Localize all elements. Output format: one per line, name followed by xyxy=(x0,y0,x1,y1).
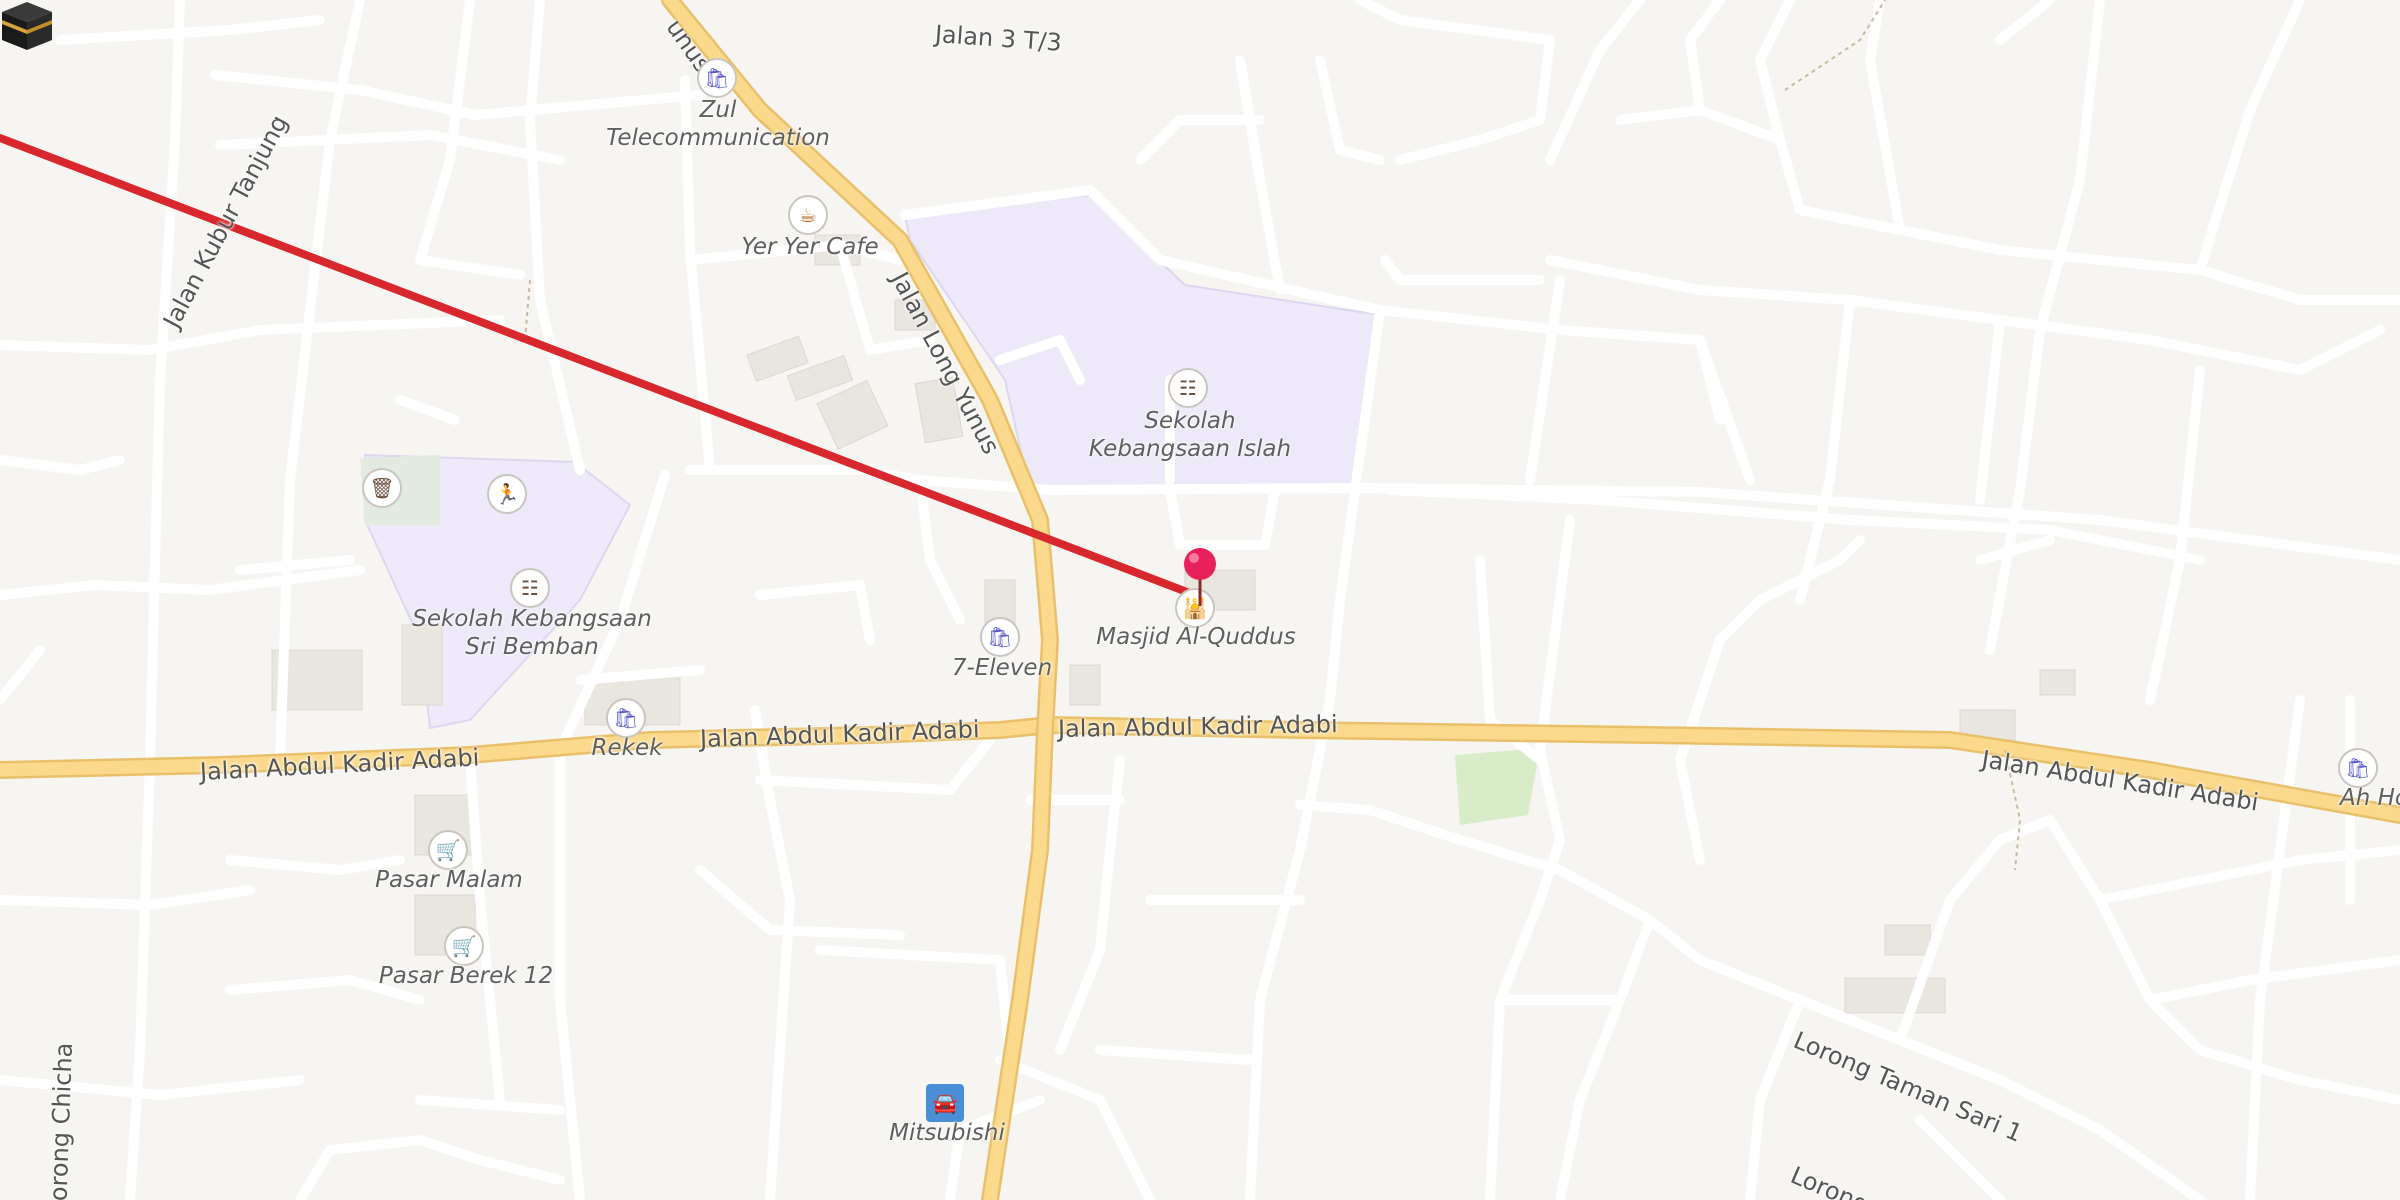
map-canvas[interactable]: Jalan 3 T/3 unus Jalan Long Yunus Jalan … xyxy=(0,0,2400,1200)
poi-label-yer-yer-cafe[interactable]: Yer Yer Cafe xyxy=(741,233,878,261)
waste-basket-icon[interactable]: 🗑 xyxy=(362,468,402,508)
school-icon[interactable]: ☷ xyxy=(1168,368,1208,408)
poi-label-mitsubishi[interactable]: Mitsubishi xyxy=(889,1119,1005,1147)
coffee-cup-icon[interactable]: ☕ xyxy=(788,195,828,235)
poi-label-7-eleven[interactable]: 7-Eleven xyxy=(952,654,1052,682)
shopping-cart-icon[interactable]: 🛒 xyxy=(428,830,468,870)
car-icon[interactable]: 🚘 xyxy=(926,1084,964,1122)
poi-label-masjid-al-quddus[interactable]: Masjid Al-Quddus xyxy=(1096,623,1295,651)
shopping-basket-icon[interactable]: 🛍 xyxy=(697,58,737,98)
shopping-cart-icon[interactable]: 🛒 xyxy=(444,926,484,966)
poi-label-sekolah-islah[interactable]: Sekolah Kebangsaan Islah xyxy=(1089,407,1291,463)
park-area xyxy=(1455,748,1540,825)
poi-label-zul-telecommunication[interactable]: Zul Telecommunication xyxy=(606,96,830,152)
location-pin-icon[interactable] xyxy=(1180,546,1220,608)
poi-label-ah-hong[interactable]: Ah Hong Mo xyxy=(2340,784,2400,812)
shopping-basket-icon[interactable]: 🛍 xyxy=(606,698,646,738)
kaaba-icon[interactable] xyxy=(0,0,54,52)
poi-label-pasar-malam[interactable]: Pasar Malam xyxy=(375,866,523,894)
road-label-lorong-chicha: Lorong Chicha xyxy=(44,1042,78,1200)
poi-label-pasar-berek-12[interactable]: Pasar Berek 12 xyxy=(379,962,553,990)
poi-label-sekolah-sri-bemban[interactable]: Sekolah Kebangsaan Sri Bemban xyxy=(412,605,652,661)
shopping-basket-icon[interactable]: 🛍 xyxy=(980,617,1020,657)
running-person-icon[interactable]: 🏃 xyxy=(487,474,527,514)
poi-label-rekek[interactable]: Rekek xyxy=(592,734,663,762)
school-icon[interactable]: ☷ xyxy=(510,568,550,608)
road-label-adabi-center: Jalan Abdul Kadir Adabi xyxy=(1057,710,1338,743)
shopping-basket-icon[interactable]: 🛍 xyxy=(2338,748,2378,788)
